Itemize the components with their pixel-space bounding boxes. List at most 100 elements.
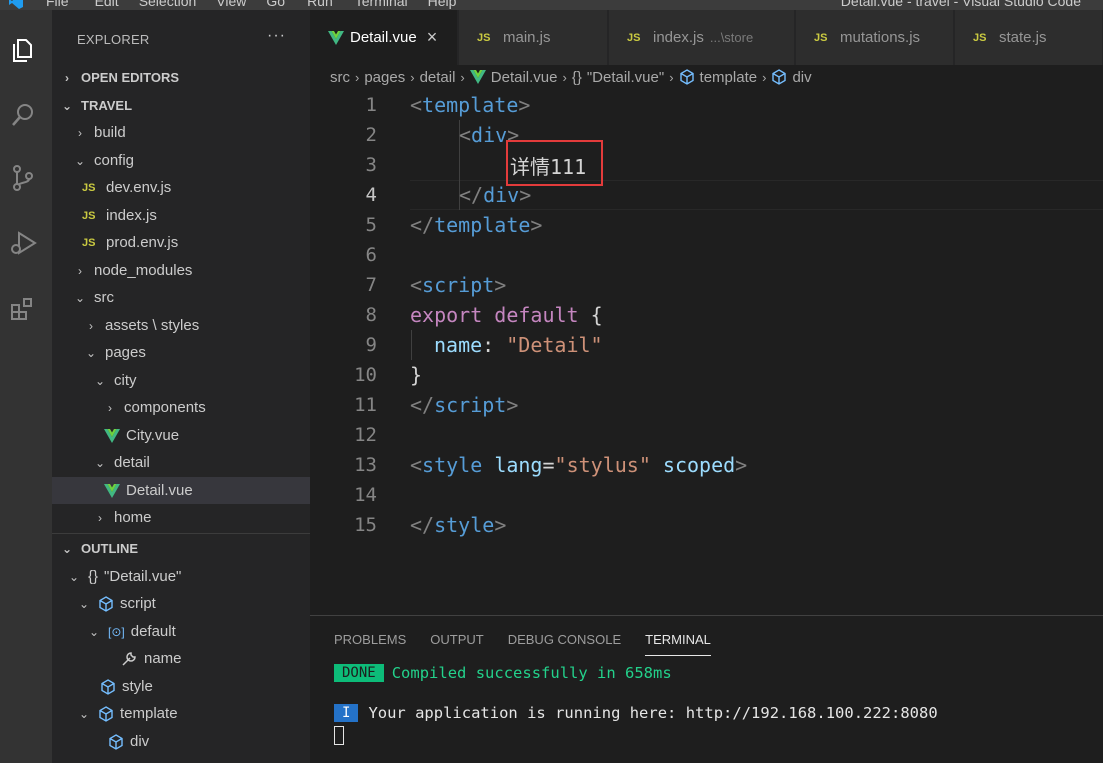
tab-label: state.js (999, 29, 1047, 46)
line-number: 15 (354, 514, 377, 536)
files-icon[interactable] (8, 34, 38, 64)
js-file-icon: JS (82, 236, 96, 249)
search-icon[interactable] (8, 100, 38, 130)
tree-item-index-js[interactable]: JS index.js (52, 202, 310, 229)
travel-section[interactable]: ⌄ TRAVEL (52, 92, 310, 119)
tree-item-city[interactable]: ⌄ city (52, 367, 310, 394)
outline-item-label: "Detail.vue" (104, 568, 182, 585)
activity-bar (0, 10, 52, 763)
explorer-sidebar: EXPLORER ··· › OPEN EDITORS ⌄ TRAVEL › buil… (52, 10, 310, 763)
extensions-icon[interactable] (8, 294, 38, 324)
tab-index-js[interactable]: JS index.js ...\store (609, 10, 795, 65)
code-editor[interactable]: 1 <template> 2 <div> 3 详情111 4 </div> 5 … (310, 90, 1103, 610)
breadcrumb-item[interactable]: Detail.vue (491, 69, 558, 86)
outline-section[interactable]: ⌄ OUTLINE (52, 535, 310, 562)
title-bar: File Edit Selection View Go Run Terminal… (0, 0, 1103, 10)
tree-item-prod-env[interactable]: JS prod.env.js (52, 229, 310, 256)
line-number: 6 (365, 244, 377, 266)
outline-item-script[interactable]: ⌄ script (52, 590, 310, 617)
tree-item-src[interactable]: ⌄ src (52, 284, 310, 311)
line-number: 2 (365, 124, 377, 146)
tab-output[interactable]: OUTPUT (430, 632, 483, 656)
tree-item-home[interactable]: › home (52, 504, 310, 531)
tab-state-js[interactable]: JS state.js (955, 10, 1103, 65)
line-number: 8 (365, 304, 377, 326)
tab-detail-vue[interactable]: Detail.vue × (310, 10, 458, 65)
tree-item-components[interactable]: › components (52, 394, 310, 421)
chevron-down-icon: ⌄ (61, 541, 73, 556)
outline-item-label: default (130, 623, 176, 640)
code-line: 5 </template> (310, 210, 1103, 240)
outline-item-template[interactable]: ⌄ template (52, 700, 310, 727)
breadcrumb-item[interactable]: detail (420, 69, 456, 86)
menu-go[interactable]: Go (266, 0, 285, 9)
breadcrumb-item[interactable]: "Detail.vue" (587, 69, 664, 86)
line-number: 9 (365, 334, 377, 356)
tree-item-build[interactable]: › build (52, 119, 310, 146)
outline-item-style[interactable]: style (52, 673, 310, 700)
menu-run[interactable]: Run (307, 0, 333, 9)
line-number: 7 (365, 274, 377, 296)
tree-item-detail[interactable]: ⌄ detail (52, 449, 310, 476)
breadcrumb-item[interactable]: div (792, 69, 811, 86)
line-number: 3 (365, 154, 377, 176)
tree-item-detail-vue[interactable]: Detail.vue (52, 477, 310, 504)
vue-file-icon (104, 428, 120, 443)
chevron-right-icon: › (669, 69, 674, 85)
tab-problems[interactable]: PROBLEMS (334, 632, 406, 656)
tree-item-node-modules[interactable]: › node_modules (52, 257, 310, 284)
chevron-right-icon: › (89, 318, 93, 333)
tree-item-config[interactable]: ⌄ config (52, 147, 310, 174)
tree-item-label: pages (105, 344, 146, 361)
js-file-icon: JS (973, 31, 987, 44)
tree-item-label: prod.env.js (106, 234, 179, 251)
tree-item-city-vue[interactable]: City.vue (52, 422, 310, 449)
tree-item-assets-styles[interactable]: › assets \ styles (52, 312, 310, 339)
code-line: 6 (310, 240, 1103, 270)
tree-item-label: index.js (106, 207, 157, 224)
terminal-cursor (334, 726, 344, 745)
terminal-text: Compiled successfully in 658ms (391, 664, 672, 682)
tree-item-dev-env[interactable]: JS dev.env.js (52, 174, 310, 201)
breadcrumb-item[interactable]: pages (364, 69, 405, 86)
chevron-down-icon: ⌄ (68, 569, 80, 584)
breadcrumb: src › pages › detail › Detail.vue › {} "Deta… (330, 66, 812, 88)
menu-view[interactable]: View (216, 0, 246, 9)
chevron-right-icon: › (98, 510, 102, 525)
breadcrumb-item[interactable]: template (700, 69, 758, 86)
tree-item-label: dev.env.js (106, 179, 172, 196)
js-file-icon: JS (477, 31, 491, 44)
close-icon[interactable]: × (427, 27, 438, 48)
breadcrumb-item[interactable]: src (330, 69, 350, 86)
menu-edit[interactable]: Edit (95, 0, 119, 9)
object-icon: {} (88, 568, 99, 585)
tree-item-label: City.vue (126, 427, 180, 444)
tree-item-pages[interactable]: ⌄ pages (52, 339, 310, 366)
menu-selection[interactable]: Selection (139, 0, 197, 9)
outline-item-div[interactable]: div (52, 728, 310, 755)
source-control-icon[interactable] (8, 163, 38, 193)
window-title: Detail.vue - travel - Visual Studio Code (840, 0, 1081, 9)
chevron-down-icon: ⌄ (74, 290, 86, 305)
more-actions-button[interactable]: ··· (267, 27, 286, 45)
panel-tabs: PROBLEMS OUTPUT DEBUG CONSOLE TERMINAL (334, 632, 735, 656)
tab-debug-console[interactable]: DEBUG CONSOLE (508, 632, 621, 656)
menu-file[interactable]: File (46, 0, 69, 9)
menu-help[interactable]: Help (428, 0, 457, 9)
editor-tabs: Detail.vue × JS main.js JS index.js ...\… (310, 10, 1103, 65)
tab-main-js[interactable]: JS main.js (459, 10, 608, 65)
terminal-text: Your application is running here: http:/… (368, 704, 938, 722)
tab-label: index.js (653, 29, 704, 46)
outline-item-file[interactable]: ⌄ {} "Detail.vue" (52, 563, 310, 590)
menu-terminal[interactable]: Terminal (355, 0, 408, 9)
outline-item-default[interactable]: ⌄ [⊙] default (52, 618, 310, 645)
tab-mutations-js[interactable]: JS mutations.js (796, 10, 954, 65)
run-debug-icon[interactable] (8, 228, 38, 258)
tab-terminal[interactable]: TERMINAL (645, 632, 711, 656)
outline-item-name[interactable]: name (52, 645, 310, 672)
line-number: 4 (365, 184, 377, 206)
line-number: 5 (365, 214, 377, 236)
tree-item-label: home (114, 509, 152, 526)
tab-label: main.js (503, 29, 551, 46)
open-editors-section[interactable]: › OPEN EDITORS (52, 64, 310, 91)
